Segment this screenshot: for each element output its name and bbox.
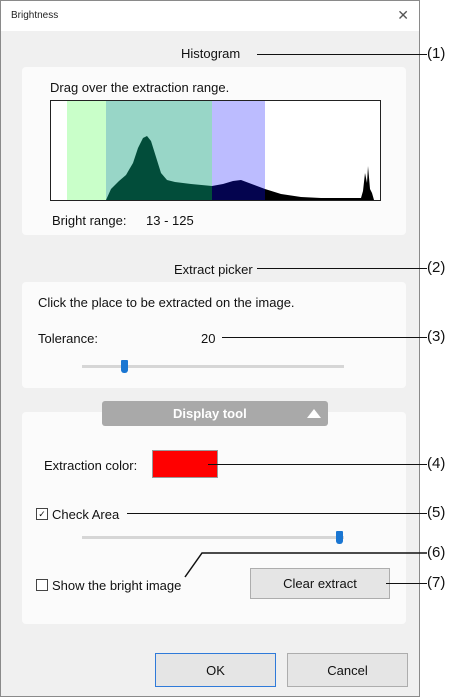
extract-picker-label: Extract picker [174, 262, 253, 277]
display-tool-label: Display tool [173, 406, 247, 421]
collapse-triangle-icon [307, 409, 321, 418]
callout-line-3 [222, 337, 427, 338]
tolerance-label: Tolerance: [38, 331, 98, 346]
check-area-slider-thumb[interactable] [336, 531, 343, 544]
callout-5: (5) [427, 504, 446, 521]
callout-line-7 [386, 583, 427, 584]
histogram-graph[interactable] [50, 100, 381, 201]
check-area-slider-track[interactable] [82, 536, 344, 539]
histogram-curve-tail [265, 166, 374, 200]
callout-1: (1) [427, 45, 446, 62]
histogram-label: Histogram [181, 46, 241, 61]
brightness-dialog: Brightness ✕ Histogram Drag over the ext… [0, 0, 420, 697]
histogram-instruction: Drag over the extraction range. [50, 80, 230, 95]
range-green [67, 101, 106, 200]
cancel-button[interactable]: Cancel [287, 653, 408, 687]
show-bright-checkbox[interactable] [36, 579, 48, 591]
title-bar: Brightness ✕ [1, 1, 419, 31]
callout-7: (7) [427, 574, 446, 591]
callout-line-5 [127, 513, 427, 514]
callout-6: (6) [427, 544, 446, 561]
tolerance-value: 20 [201, 331, 216, 346]
callout-4: (4) [427, 455, 446, 472]
check-area-checkbox[interactable]: ✓ [36, 508, 48, 520]
bright-range-value: 13 - 125 [146, 213, 194, 228]
callout-line-4 [208, 464, 427, 465]
show-bright-label: Show the bright image [52, 578, 182, 593]
bright-range-label: Bright range: [52, 213, 127, 228]
check-mark-icon: ✓ [38, 509, 46, 519]
tolerance-slider-thumb[interactable] [121, 360, 128, 373]
ok-button[interactable]: OK [155, 653, 276, 687]
callout-2: (2) [427, 259, 446, 276]
histogram-chart [67, 101, 374, 200]
extract-instruction: Click the place to be extracted on the i… [38, 295, 295, 310]
callout-line-1 [257, 54, 427, 55]
check-area-label: Check Area [52, 507, 120, 522]
callout-3: (3) [427, 328, 446, 345]
display-tool-toggle[interactable]: Display tool [102, 401, 328, 426]
close-icon[interactable]: ✕ [397, 7, 409, 24]
window-title: Brightness [11, 10, 59, 21]
extraction-color-label: Extraction color: [44, 458, 138, 473]
callout-line-6 [184, 552, 427, 578]
callout-line-2 [257, 268, 427, 269]
